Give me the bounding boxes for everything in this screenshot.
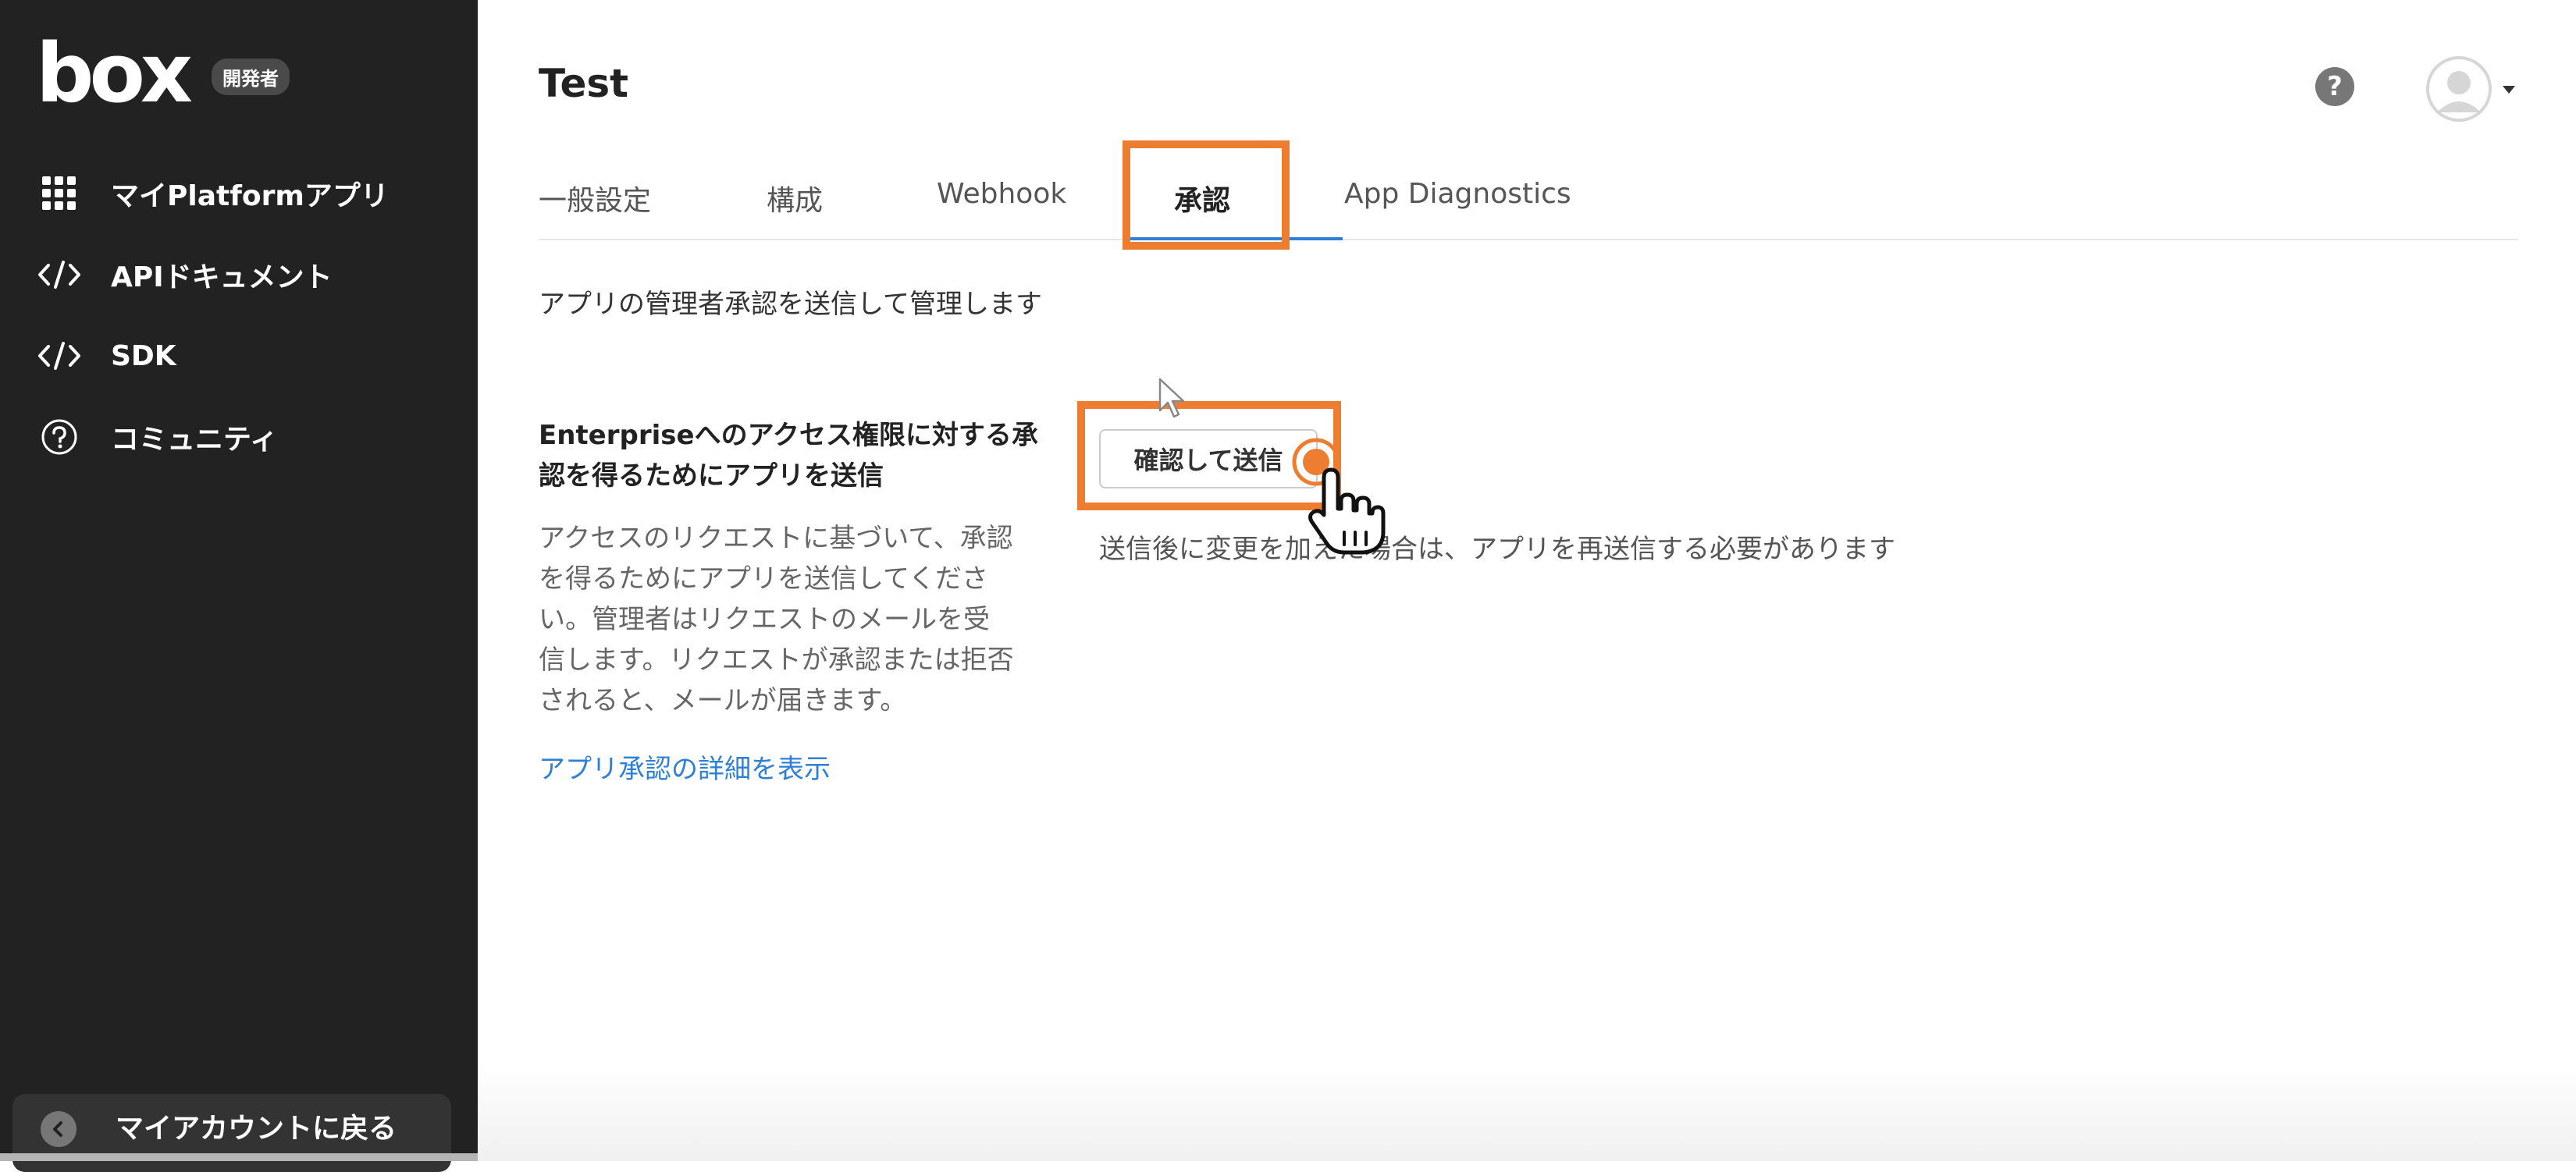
sidebar-item-label: マイPlatformアプリ: [111, 180, 389, 212]
tab-general-settings[interactable]: 一般設定: [539, 178, 651, 218]
back-label: マイアカウントに戻る: [116, 1113, 397, 1145]
avatar[interactable]: [2426, 56, 2492, 122]
section-title: Enterpriseへのアクセス権限に対する承認を得るためにアプリを送信: [539, 420, 1038, 492]
tabs-divider: [539, 239, 2518, 240]
code-icon: [37, 253, 81, 297]
tab-webhook[interactable]: Webhook: [937, 178, 1066, 210]
tab-authorization[interactable]: 承認: [1174, 178, 1230, 218]
page-title: Test: [539, 61, 629, 106]
tab-configuration[interactable]: 構成: [767, 178, 823, 218]
app-authorization-details-link[interactable]: アプリ承認の詳細を表示: [539, 748, 831, 786]
tab-app-diagnostics[interactable]: App Diagnostics: [1344, 178, 1571, 210]
help-icon[interactable]: ?: [2315, 67, 2354, 106]
sidebar: box 開発者 マイPlatformアプリ APIドキュメント SDK コミュニ…: [0, 0, 478, 1172]
sidebar-item-label: SDK: [111, 339, 176, 372]
grid-icon: [37, 172, 81, 215]
hand-pointer-icon: [1308, 467, 1386, 555]
sidebar-item-label: コミュニティ: [111, 424, 278, 456]
active-tab-indicator: [1124, 237, 1343, 240]
caret-down-icon[interactable]: [2503, 86, 2515, 94]
box-logo[interactable]: box 開発者: [36, 26, 290, 121]
sidebar-item-api-docs[interactable]: APIドキュメント: [37, 247, 333, 303]
chevron-left-icon: [41, 1111, 76, 1147]
question-circle-icon: [37, 415, 81, 459]
section-description: アクセスのリクエストに基づいて、承認を得るためにアプリを送信してください。管理者…: [539, 523, 1014, 716]
sidebar-item-label: APIドキュメント: [111, 261, 333, 293]
page-subtitle: アプリの管理者承認を送信して管理します: [539, 289, 1042, 320]
sidebar-item-community[interactable]: コミュニティ: [37, 409, 278, 465]
sidebar-item-my-platform-apps[interactable]: マイPlatformアプリ: [37, 165, 389, 222]
logo-text: box: [36, 26, 193, 121]
confirm-and-submit-button[interactable]: 確認して送信: [1099, 429, 1318, 488]
content-bottom-fade: [478, 1061, 2576, 1161]
resubmit-note: 送信後に変更を加えた場合は、アプリを再送信する必要があります: [1099, 534, 1895, 565]
developer-badge: 開発者: [211, 58, 290, 95]
arrow-cursor-icon: [1158, 378, 1185, 418]
code-icon: [37, 334, 81, 378]
sidebar-item-sdk[interactable]: SDK: [37, 328, 176, 384]
user-silhouette-icon: [2426, 56, 2492, 122]
